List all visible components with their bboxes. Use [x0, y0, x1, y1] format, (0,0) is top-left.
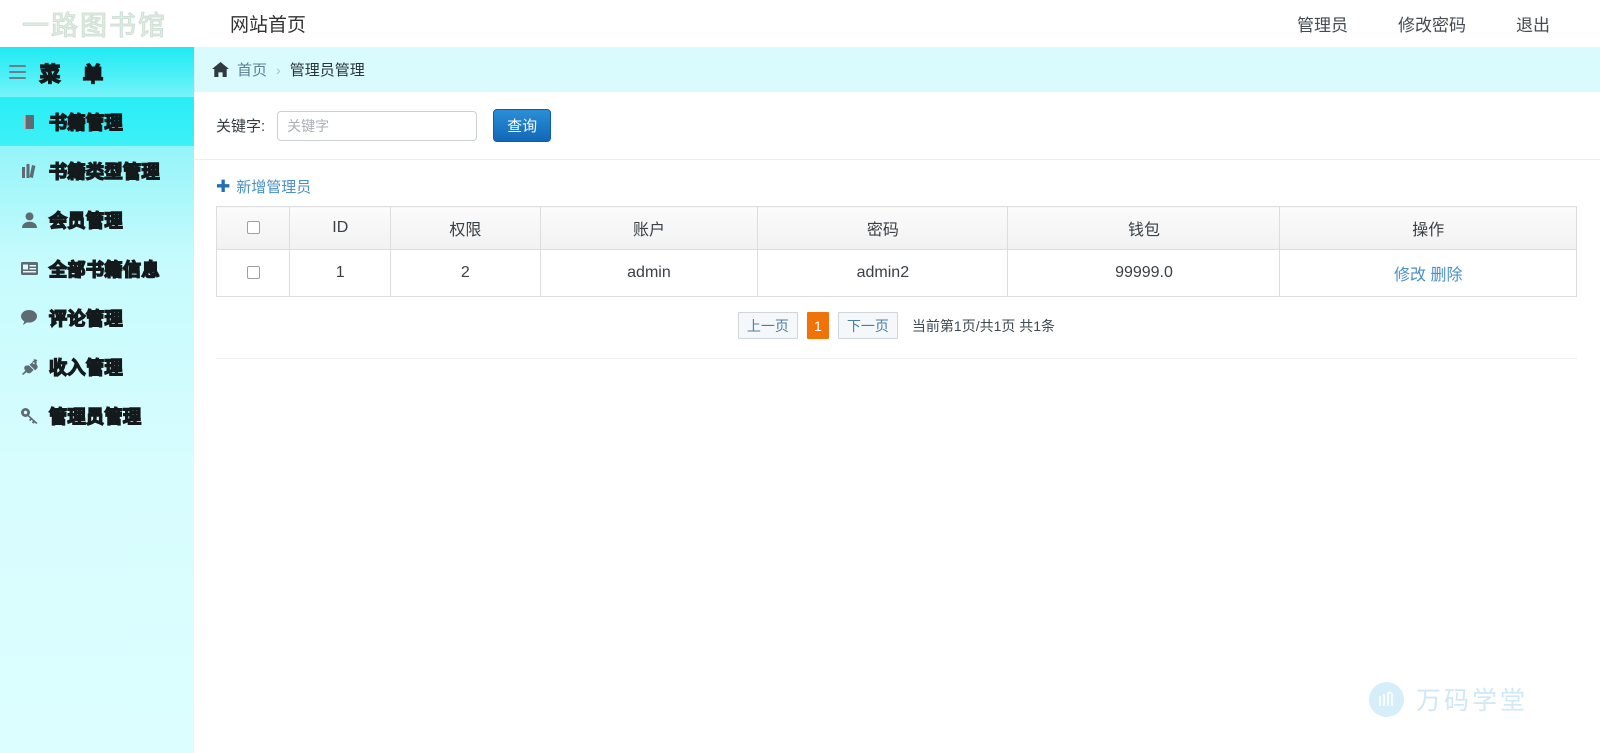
- cell-actions: 修改 删除: [1279, 249, 1577, 297]
- cell-account: admin: [539, 249, 759, 297]
- next-page-button[interactable]: 下一页: [837, 312, 898, 339]
- book-icon: [18, 113, 40, 131]
- column-header-account: 账户: [539, 206, 759, 250]
- table-header-row: ID 权限 账户 密码 钱包 操作: [215, 206, 1577, 250]
- filter-bar: 关键字: 查询: [194, 92, 1600, 160]
- table-container: ID 权限 账户 密码 钱包 操作 1 2 admin admin2 99999…: [194, 206, 1600, 359]
- pagination-info: 当前第1页/共1页 共1条: [911, 317, 1056, 334]
- nav-logout[interactable]: 退出: [1516, 11, 1550, 36]
- admin-table: ID 权限 账户 密码 钱包 操作 1 2 admin admin2 99999…: [215, 206, 1577, 297]
- watermark-text: 万码学堂: [1415, 686, 1528, 715]
- edit-link[interactable]: 修改: [1394, 267, 1426, 284]
- column-header-id: ID: [289, 206, 392, 250]
- top-header: 一路图书馆 网站首页 管理员 修改密码 退出: [0, 0, 1600, 47]
- sidebar-item-label: 收入管理: [48, 357, 123, 379]
- column-header-wallet: 钱包: [1007, 206, 1281, 250]
- site-logo: 一路图书馆: [22, 11, 167, 43]
- row-select-cell: [215, 249, 291, 297]
- cell-password: admin2: [757, 249, 1009, 297]
- sidebar-item-income-management[interactable]: 收入管理: [0, 342, 194, 391]
- toolbar: ✚ 新增管理员: [194, 160, 1600, 206]
- query-button[interactable]: 查询: [493, 109, 552, 142]
- pagination: 上一页 1 下一页 当前第1页/共1页 共1条: [216, 297, 1577, 339]
- cell-wallet: 99999.0: [1007, 249, 1281, 297]
- comment-icon: [18, 309, 40, 327]
- select-all-checkbox[interactable]: [246, 221, 260, 235]
- key-icon: [18, 407, 40, 425]
- search-input[interactable]: [277, 110, 478, 141]
- sidebar-item-all-book-info[interactable]: 全部书籍信息: [0, 244, 194, 293]
- column-header-role: 权限: [390, 206, 541, 250]
- prev-page-button[interactable]: 上一页: [737, 312, 798, 339]
- main-content: 首页 › 管理员管理 关键字: 查询 ✚ 新增管理员 ID: [194, 47, 1600, 753]
- sidebar-item-label: 全部书籍信息: [48, 259, 160, 281]
- sidebar: 菜 单 书籍管理 书籍类型管理 会员管理 全部书籍信息 评论管理 收入管理 管理…: [0, 47, 194, 753]
- sidebar-item-admin-management[interactable]: 管理员管理: [0, 391, 194, 440]
- add-admin-label: 新增管理员: [236, 179, 312, 196]
- breadcrumb-home-link[interactable]: 首页: [237, 59, 267, 80]
- content-divider: [216, 358, 1577, 359]
- keyword-label: 关键字:: [216, 118, 266, 135]
- watermark: 万码学堂: [1368, 681, 1528, 717]
- sidebar-item-label: 会员管理: [48, 210, 123, 232]
- sidebar-item-label: 书籍类型管理: [48, 161, 160, 183]
- cell-id: 1: [289, 249, 392, 297]
- select-all-header: [215, 206, 291, 250]
- sidebar-item-comment-management[interactable]: 评论管理: [0, 293, 194, 342]
- user-icon: [18, 211, 40, 229]
- add-admin-button[interactable]: ✚ 新增管理员: [216, 176, 311, 197]
- delete-link[interactable]: 删除: [1430, 267, 1462, 284]
- sidebar-item-label: 评论管理: [48, 308, 123, 330]
- breadcrumb-separator: ›: [276, 61, 281, 78]
- sidebar-item-book-management[interactable]: 书籍管理: [0, 97, 194, 146]
- id-card-icon: [18, 260, 40, 278]
- watermark-logo-icon: [1368, 681, 1404, 717]
- nav-change-password[interactable]: 修改密码: [1398, 11, 1466, 36]
- nav-admin[interactable]: 管理员: [1297, 11, 1348, 36]
- cell-role: 2: [390, 249, 541, 297]
- home-icon[interactable]: [212, 62, 229, 77]
- chart-bar-icon: [18, 162, 40, 180]
- breadcrumb: 首页 › 管理员管理: [194, 47, 1600, 92]
- top-nav-right: 管理员 修改密码 退出: [1297, 11, 1600, 36]
- column-header-actions: 操作: [1279, 206, 1577, 250]
- plug-icon: [18, 358, 40, 376]
- hamburger-icon[interactable]: [9, 65, 26, 79]
- sidebar-menu-header[interactable]: 菜 单: [0, 47, 194, 97]
- column-header-password: 密码: [757, 206, 1009, 250]
- page-number-1[interactable]: 1: [806, 312, 829, 339]
- sidebar-menu-title: 菜 单: [39, 61, 111, 87]
- row-checkbox[interactable]: [246, 266, 260, 280]
- sidebar-item-member-management[interactable]: 会员管理: [0, 195, 194, 244]
- sidebar-item-label: 书籍管理: [48, 112, 123, 134]
- plus-icon: ✚: [216, 177, 231, 196]
- nav-site-home[interactable]: 网站首页: [230, 10, 306, 37]
- sidebar-item-book-type-management[interactable]: 书籍类型管理: [0, 146, 194, 195]
- table-row: 1 2 admin admin2 99999.0 修改 删除: [215, 249, 1577, 297]
- sidebar-item-label: 管理员管理: [48, 406, 142, 428]
- breadcrumb-current: 管理员管理: [289, 62, 365, 79]
